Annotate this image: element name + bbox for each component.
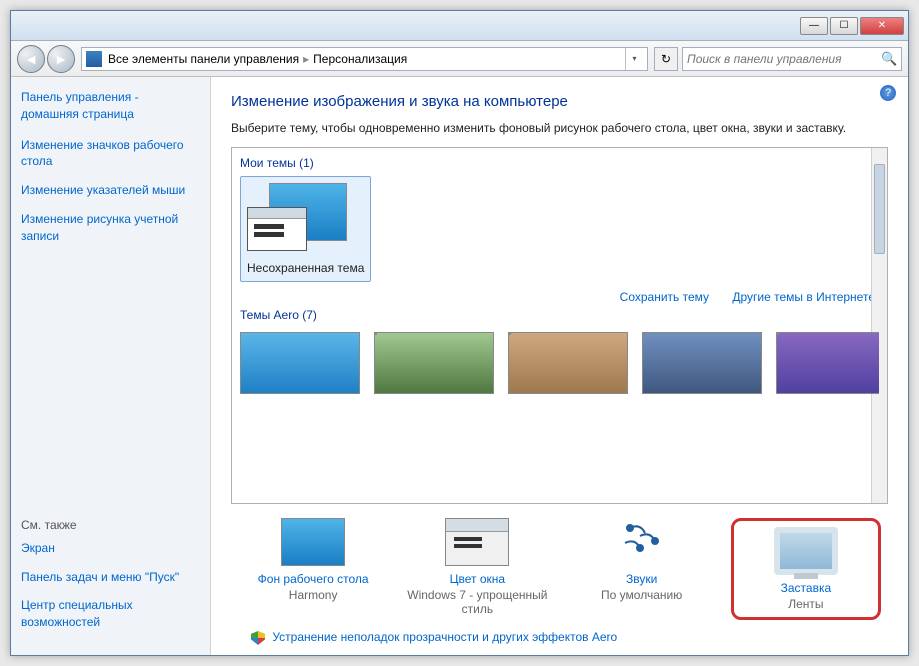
help-icon[interactable]: ? bbox=[880, 85, 896, 101]
back-button[interactable]: ◄ bbox=[17, 45, 45, 73]
sounds-icon bbox=[610, 518, 674, 566]
breadcrumb-item[interactable]: Персонализация bbox=[313, 52, 407, 66]
sidebar-link-mouse-pointers[interactable]: Изменение указателей мыши bbox=[21, 182, 200, 199]
wallpaper-icon bbox=[281, 518, 345, 566]
sidebar-link-display[interactable]: Экран bbox=[21, 540, 200, 557]
save-theme-link[interactable]: Сохранить тему bbox=[620, 290, 709, 304]
desktop-background-button[interactable]: Фон рабочего стола Harmony bbox=[238, 518, 388, 620]
sidebar-link-desktop-icons[interactable]: Изменение значков рабочего стола bbox=[21, 137, 200, 171]
aero-theme-item[interactable] bbox=[776, 332, 879, 394]
refresh-button[interactable]: ↻ bbox=[654, 47, 678, 71]
footer-link-area: Устранение неполадок прозрачности и друг… bbox=[231, 626, 888, 645]
content-area: ? Изменение изображения и звука на компь… bbox=[211, 77, 908, 655]
aero-themes-label: Темы Aero (7) bbox=[240, 308, 879, 322]
settings-row: Фон рабочего стола Harmony Цвет окна Win… bbox=[231, 504, 888, 626]
minimize-button[interactable]: — bbox=[800, 17, 828, 35]
scrollbar[interactable] bbox=[871, 148, 887, 503]
themes-list: Мои темы (1) Несохраненная тема Сохранит… bbox=[231, 147, 888, 504]
aero-theme-item[interactable] bbox=[240, 332, 360, 394]
aero-theme-item[interactable] bbox=[642, 332, 762, 394]
aero-theme-item[interactable] bbox=[374, 332, 494, 394]
titlebar: — ☐ ✕ bbox=[11, 11, 908, 41]
see-also-label: См. также bbox=[21, 518, 200, 532]
screensaver-button[interactable]: Заставка Ленты bbox=[731, 518, 881, 620]
aero-troubleshoot-link[interactable]: Устранение неполадок прозрачности и друг… bbox=[272, 630, 617, 644]
search-box[interactable]: 🔍 bbox=[682, 47, 902, 71]
page-title: Изменение изображения и звука на компьют… bbox=[231, 93, 888, 110]
theme-item-unsaved[interactable]: Несохраненная тема bbox=[240, 176, 371, 282]
sounds-button[interactable]: Звуки По умолчанию bbox=[567, 518, 717, 620]
breadcrumb-separator: ▸ bbox=[303, 52, 309, 66]
breadcrumb-item[interactable]: Все элементы панели управления bbox=[108, 52, 299, 66]
online-themes-link[interactable]: Другие темы в Интернете bbox=[732, 290, 875, 304]
screensaver-icon bbox=[774, 527, 838, 575]
aero-theme-item[interactable] bbox=[508, 332, 628, 394]
sidebar-link-ease-of-access[interactable]: Центр специальных возможностей bbox=[21, 597, 200, 631]
control-panel-window: — ☐ ✕ ◄ ► Все элементы панели управления… bbox=[10, 10, 909, 656]
window-color-icon bbox=[445, 518, 509, 566]
theme-name: Несохраненная тема bbox=[247, 261, 364, 275]
control-panel-home-link[interactable]: Панель управления -домашняя страница bbox=[21, 89, 200, 123]
search-icon: 🔍 bbox=[881, 51, 897, 67]
control-panel-icon bbox=[86, 51, 102, 67]
page-description: Выберите тему, чтобы одновременно измени… bbox=[231, 120, 888, 137]
sidebar: Панель управления -домашняя страница Изм… bbox=[11, 77, 211, 655]
my-themes-label: Мои темы (1) bbox=[240, 156, 879, 170]
navbar: ◄ ► Все элементы панели управления ▸ Пер… bbox=[11, 41, 908, 77]
sidebar-link-account-picture[interactable]: Изменение рисунка учетной записи bbox=[21, 211, 200, 245]
address-dropdown[interactable]: ▾ bbox=[625, 48, 643, 70]
window-color-button[interactable]: Цвет окна Windows 7 - упрощенный стиль bbox=[402, 518, 552, 620]
close-button[interactable]: ✕ bbox=[860, 17, 904, 35]
forward-button[interactable]: ► bbox=[47, 45, 75, 73]
search-input[interactable] bbox=[687, 52, 881, 66]
address-bar[interactable]: Все элементы панели управления ▸ Персона… bbox=[81, 47, 648, 71]
sidebar-link-taskbar[interactable]: Панель задач и меню "Пуск" bbox=[21, 569, 200, 586]
theme-thumbnail bbox=[247, 183, 347, 257]
shield-icon bbox=[251, 631, 265, 645]
maximize-button[interactable]: ☐ bbox=[830, 17, 858, 35]
